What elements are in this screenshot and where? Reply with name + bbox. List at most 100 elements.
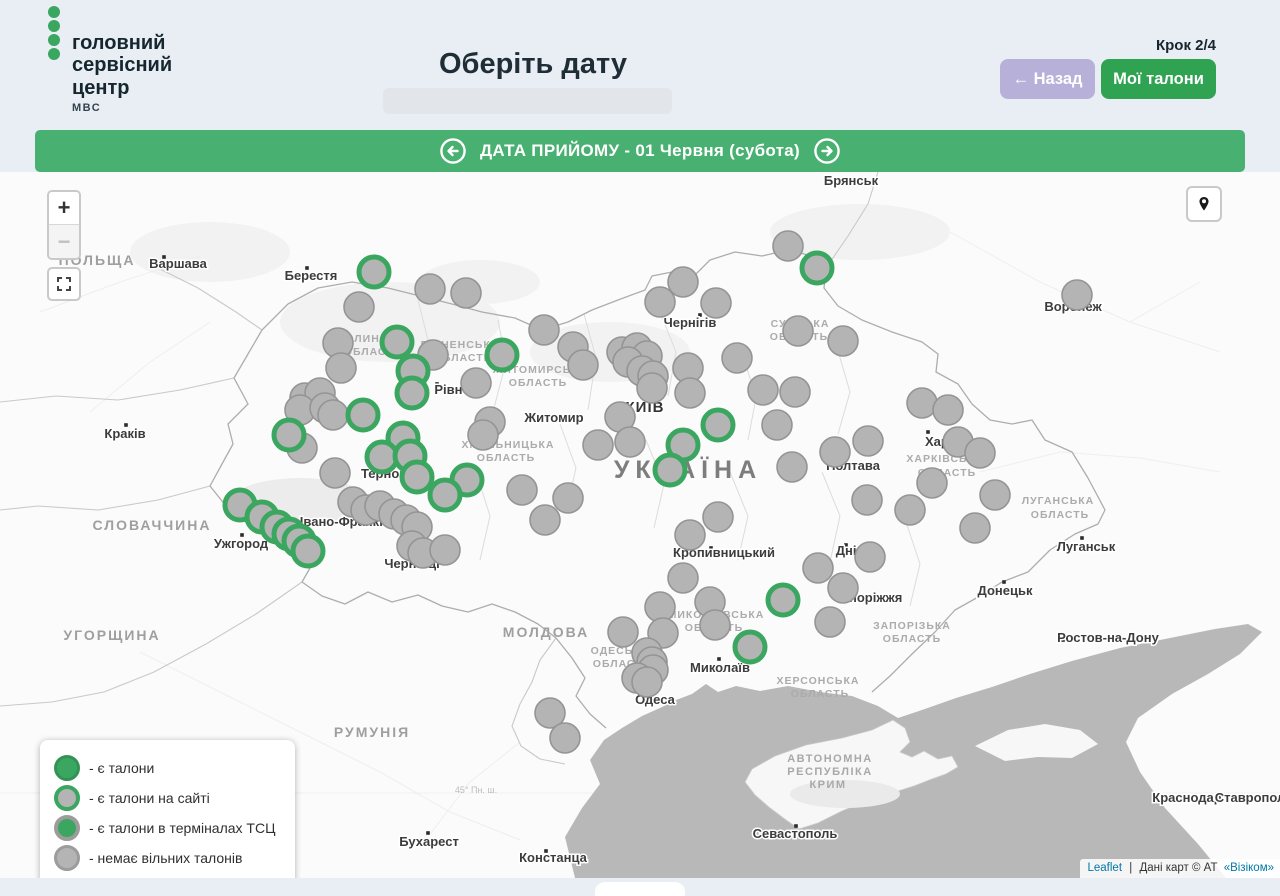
map-label: ОБЛАСТЬ [1031, 509, 1089, 521]
marker-no-tickets[interactable] [451, 278, 481, 308]
marker-no-tickets[interactable] [530, 505, 560, 535]
marker-site-tickets[interactable] [359, 257, 389, 287]
marker-no-tickets[interactable] [748, 375, 778, 405]
marker-site-tickets[interactable] [397, 378, 427, 408]
marker-site-tickets[interactable] [274, 420, 304, 450]
marker-no-tickets[interactable] [430, 535, 460, 565]
bottom-panel-edge [595, 882, 685, 896]
marker-no-tickets[interactable] [828, 573, 858, 603]
marker-site-tickets[interactable] [802, 253, 832, 283]
marker-no-tickets[interactable] [568, 350, 598, 380]
marker-no-tickets[interactable] [965, 438, 995, 468]
marker-no-tickets[interactable] [895, 495, 925, 525]
map-attribution: Leaflet | Дані карт © АТ «Візіком» [1080, 859, 1280, 878]
marker-no-tickets[interactable] [762, 410, 792, 440]
marker-no-tickets[interactable] [820, 437, 850, 467]
marker-no-tickets[interactable] [608, 617, 638, 647]
marker-no-tickets[interactable] [907, 388, 937, 418]
marker-site-tickets[interactable] [348, 400, 378, 430]
marker-no-tickets[interactable] [777, 452, 807, 482]
marker-site-tickets[interactable] [367, 442, 397, 472]
logo-abbr: МВС [72, 102, 172, 114]
marker-no-tickets[interactable] [773, 231, 803, 261]
map-label: Брянськ [824, 173, 879, 188]
marker-no-tickets[interactable] [855, 542, 885, 572]
marker-no-tickets[interactable] [852, 485, 882, 515]
leaflet-link[interactable]: Leaflet [1088, 862, 1123, 874]
marker-no-tickets[interactable] [507, 475, 537, 505]
marker-site-tickets[interactable] [655, 455, 685, 485]
legend-available-icon [54, 755, 80, 781]
vizicom-link[interactable]: «Візіком» [1224, 862, 1274, 874]
map-label: ЛУГАНСЬКА [1022, 495, 1094, 507]
map-label: Донецьк [978, 583, 1033, 598]
marker-site-tickets[interactable] [402, 462, 432, 492]
marker-no-tickets[interactable] [815, 607, 845, 637]
marker-no-tickets[interactable] [783, 316, 813, 346]
marker-no-tickets[interactable] [980, 480, 1010, 510]
map-label: 45° Пн. ш. [455, 785, 497, 795]
marker-site-tickets[interactable] [293, 536, 323, 566]
logo-line1: головний [72, 32, 172, 54]
date-placeholder-bar [383, 88, 672, 114]
map-label: Варшава [149, 256, 207, 271]
logo-text: головний сервісний центр МВС [72, 32, 172, 114]
marker-no-tickets[interactable] [344, 292, 374, 322]
marker-no-tickets[interactable] [320, 458, 350, 488]
marker-no-tickets[interactable] [853, 426, 883, 456]
marker-site-tickets[interactable] [430, 480, 460, 510]
marker-no-tickets[interactable] [803, 553, 833, 583]
marker-no-tickets[interactable] [550, 723, 580, 753]
zoom-in-button[interactable]: + [49, 192, 79, 225]
location-pin-icon [1197, 195, 1211, 213]
next-date-button[interactable] [813, 137, 841, 165]
marker-no-tickets[interactable] [318, 400, 348, 430]
marker-no-tickets[interactable] [583, 430, 613, 460]
marker-no-tickets[interactable] [668, 563, 698, 593]
marker-no-tickets[interactable] [675, 520, 705, 550]
zoom-out-button[interactable]: − [49, 225, 79, 258]
marker-no-tickets[interactable] [700, 610, 730, 640]
logo-line2: сервісний [72, 54, 172, 76]
marker-no-tickets[interactable] [468, 420, 498, 450]
logo: головний сервісний центр МВС [46, 4, 172, 114]
marker-site-tickets[interactable] [703, 410, 733, 440]
map-label: РУМУНІЯ [334, 724, 410, 740]
marker-no-tickets[interactable] [529, 315, 559, 345]
marker-no-tickets[interactable] [933, 395, 963, 425]
map-label: Краснодар [1152, 790, 1221, 805]
marker-site-tickets[interactable] [382, 327, 412, 357]
marker-no-tickets[interactable] [326, 353, 356, 383]
locate-button[interactable] [1186, 186, 1222, 222]
marker-site-tickets[interactable] [735, 632, 765, 662]
marker-no-tickets[interactable] [645, 287, 675, 317]
marker-no-tickets[interactable] [632, 667, 662, 697]
marker-no-tickets[interactable] [960, 513, 990, 543]
map-label: ХЕРСОНСЬКА [777, 675, 860, 687]
marker-no-tickets[interactable] [828, 326, 858, 356]
marker-no-tickets[interactable] [917, 468, 947, 498]
marker-no-tickets[interactable] [722, 343, 752, 373]
fullscreen-button[interactable] [47, 267, 81, 301]
marker-no-tickets[interactable] [553, 483, 583, 513]
back-label: Назад [1034, 70, 1083, 88]
marker-no-tickets[interactable] [780, 377, 810, 407]
prev-date-button[interactable] [439, 137, 467, 165]
back-arrow-icon: ← [1012, 70, 1029, 88]
marker-no-tickets[interactable] [615, 427, 645, 457]
marker-no-tickets[interactable] [703, 502, 733, 532]
marker-site-tickets[interactable] [487, 340, 517, 370]
marker-no-tickets[interactable] [701, 288, 731, 318]
marker-site-tickets[interactable] [768, 585, 798, 615]
legend-none-label: - немає вільних талонів [89, 850, 242, 866]
marker-no-tickets[interactable] [1062, 280, 1092, 310]
back-button[interactable]: ← Назад [1000, 59, 1095, 99]
marker-no-tickets[interactable] [637, 373, 667, 403]
marker-no-tickets[interactable] [415, 274, 445, 304]
marker-no-tickets[interactable] [675, 378, 705, 408]
my-tickets-button[interactable]: Мої талони [1101, 59, 1216, 99]
map-label: Краків [104, 426, 145, 441]
map-label: Житомир [523, 410, 583, 425]
map-container[interactable]: ПОЛЬЩАСЛОВАЧЧИНАУГОРЩИНАМОЛДОВАРУМУНІЯУК… [0, 172, 1280, 878]
marker-no-tickets[interactable] [461, 368, 491, 398]
